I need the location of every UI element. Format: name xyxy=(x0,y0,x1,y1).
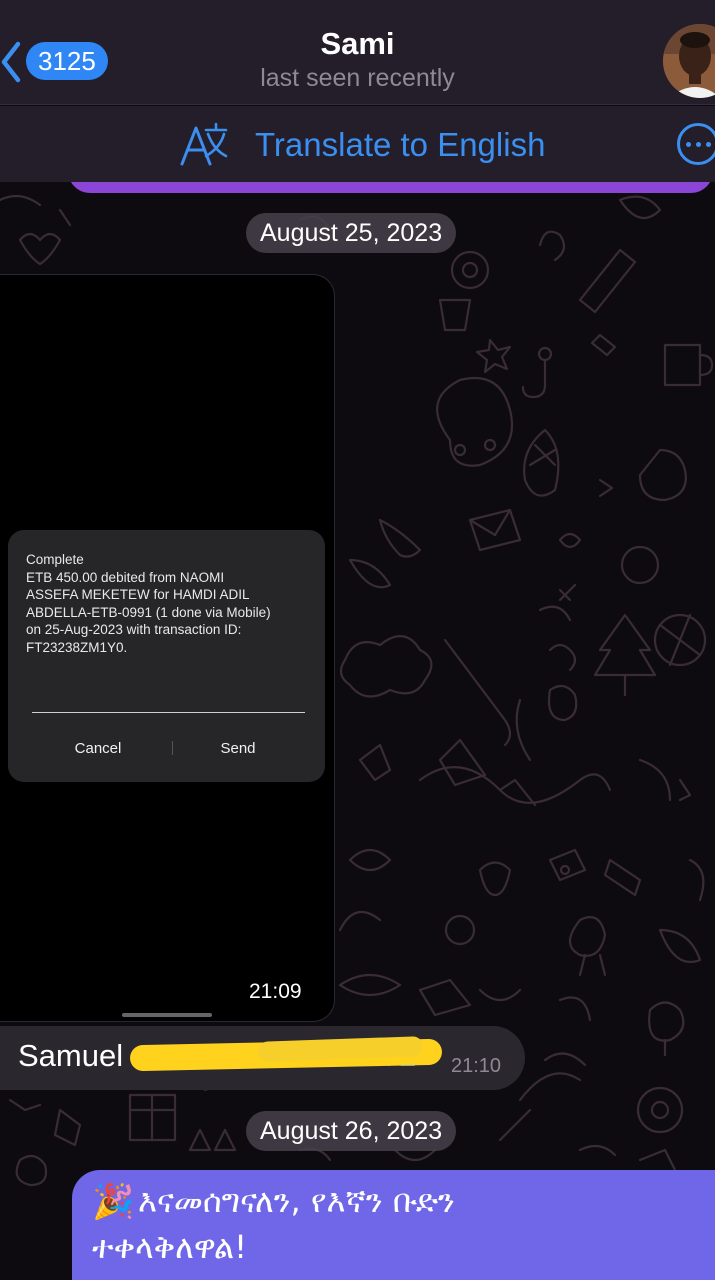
divider xyxy=(172,741,173,755)
message-text: ተቀላቅለዋል! xyxy=(92,1228,247,1266)
party-popper-icon: 🎉 xyxy=(92,1183,135,1221)
translate-button[interactable]: Translate to English xyxy=(255,126,545,164)
ussd-line: ETB 450.00 debited from NAOMI xyxy=(26,569,225,585)
ussd-send-label: Send xyxy=(220,740,256,757)
ussd-line: FT23238ZM1Y0. xyxy=(26,639,128,655)
more-options-button[interactable] xyxy=(677,123,715,165)
message-text-name: Samuel xyxy=(18,1038,124,1073)
message-text: እናመሰግናለን, የእኛን ቡድን xyxy=(138,1182,455,1220)
image-message[interactable]: Complete ETB 450.00 debited from NAOMI A… xyxy=(0,274,335,1022)
ussd-cancel-label: Cancel xyxy=(74,740,122,757)
home-indicator xyxy=(122,1013,212,1017)
ussd-line: ASSEFA MEKETEW for HAMDI ADIL xyxy=(26,587,250,603)
date-separator: August 25, 2023 xyxy=(246,213,457,253)
ussd-line: on 25-Aug-2023 with transaction ID: xyxy=(26,622,242,638)
ussd-line: ABDELLA-ETB-0991 (1 done via Mobile) xyxy=(26,604,271,620)
outgoing-text-message[interactable]: 🎉 እናመሰግናለን, የእኛን ቡድን ተቀላቅለዋል! xyxy=(72,1170,715,1280)
translate-bar: Translate to English xyxy=(0,106,715,182)
ussd-input-line xyxy=(32,712,305,713)
chat-status: last seen recently xyxy=(260,64,455,92)
date-separator: August 26, 2023 xyxy=(246,1111,457,1151)
message-time: 21:09 xyxy=(249,980,302,1003)
message-time: 21:10 xyxy=(451,1055,502,1077)
chat-title[interactable]: Sami xyxy=(0,26,715,62)
translate-icon[interactable] xyxy=(178,120,230,168)
ussd-line: Complete xyxy=(26,552,84,567)
ussd-dialog: Complete ETB 450.00 debited from NAOMI A… xyxy=(8,530,325,782)
ussd-message-text: Complete ETB 450.00 debited from NAOMI A… xyxy=(26,551,316,657)
chat-header: 3125 Sami last seen recently xyxy=(0,0,715,105)
